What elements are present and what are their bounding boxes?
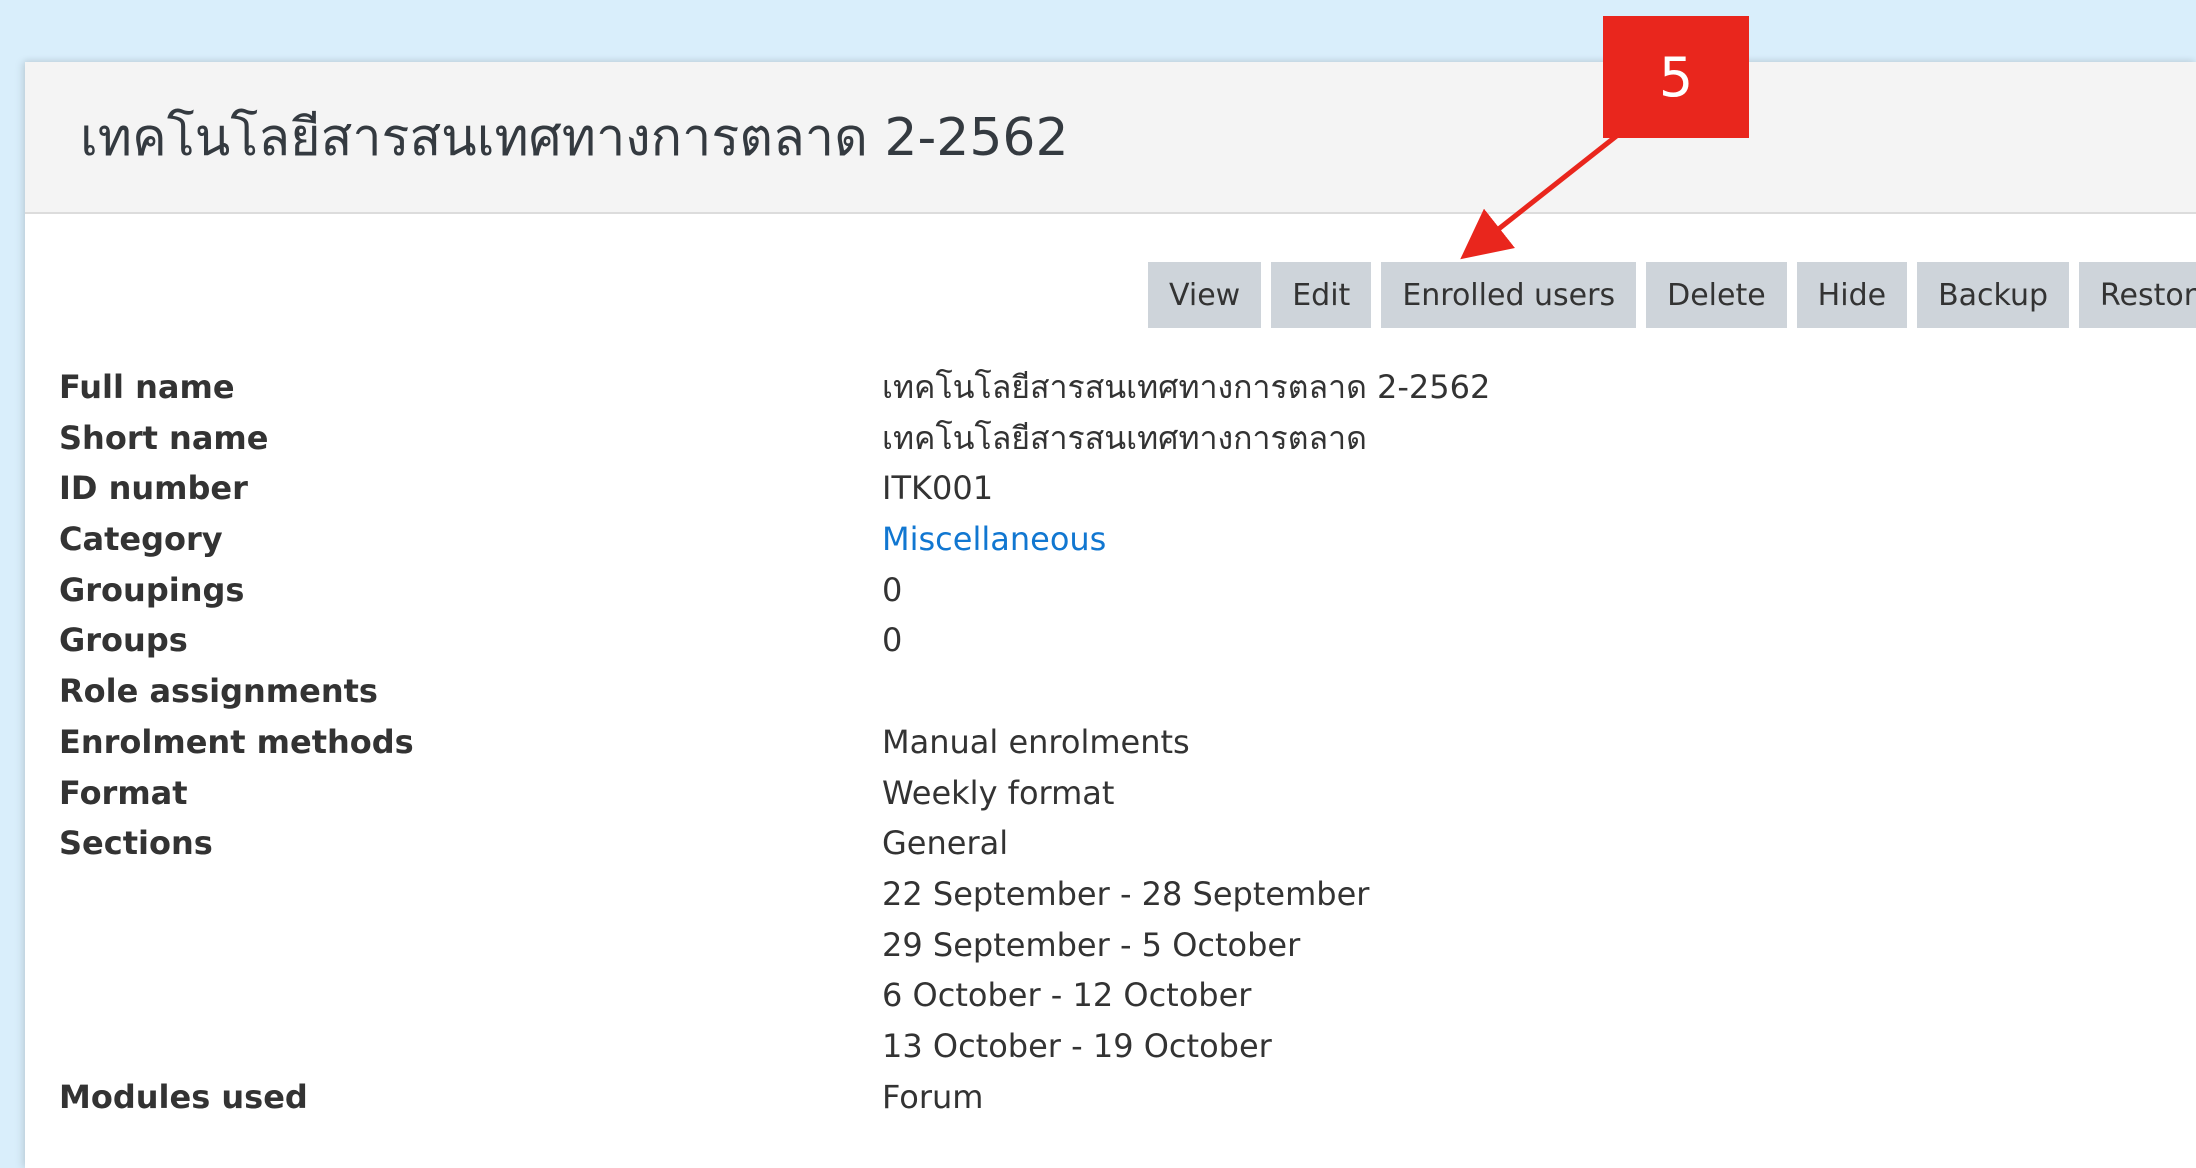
modules-used-label: Modules used <box>59 1077 308 1116</box>
groupings-value: 0 <box>882 570 903 609</box>
course-actions-toolbar: View Edit Enrolled users Delete Hide Bac… <box>1148 262 2196 328</box>
full-name-value: เทคโนโลยีสารสนเทศทางการตลาด 2-2562 <box>882 368 1491 406</box>
id-number-value: ITK001 <box>882 469 994 508</box>
section-item: 13 October - 19 October <box>882 1026 1272 1065</box>
short-name-value: เทคโนโลยีสารสนเทศทางการตลาด <box>882 418 1367 457</box>
category-link[interactable]: Miscellaneous <box>882 514 1106 564</box>
section-item: 6 October - 12 October <box>882 976 1252 1015</box>
groups-label: Groups <box>59 621 188 660</box>
role-assignments-label: Role assignments <box>59 672 378 711</box>
section-item: General <box>882 824 1009 863</box>
enrolment-methods-value: Manual enrolments <box>882 722 1190 761</box>
format-value: Weekly format <box>882 773 1115 812</box>
enrolled-users-button[interactable]: Enrolled users <box>1381 262 1637 328</box>
category-label: Category <box>59 520 223 559</box>
sections-label: Sections <box>59 824 213 863</box>
section-item: 29 September - 5 October <box>882 925 1301 964</box>
short-name-label: Short name <box>59 418 269 457</box>
format-label: Format <box>59 773 188 812</box>
id-number-label: ID number <box>59 469 248 508</box>
groups-value: 0 <box>882 621 903 660</box>
restore-button[interactable]: Restore <box>2079 262 2196 328</box>
modules-used-value: Forum <box>882 1077 984 1116</box>
view-button[interactable]: View <box>1148 262 1262 328</box>
page-header: เทคโนโลยีสารสนเทศทางการตลาด 2-2562 <box>25 62 2196 214</box>
edit-button[interactable]: Edit <box>1271 262 1372 328</box>
page-title: เทคโนโลยีสารสนเทศทางการตลาด 2-2562 <box>80 108 1069 168</box>
delete-button[interactable]: Delete <box>1646 262 1787 328</box>
section-item: 22 September - 28 September <box>882 874 1370 913</box>
hide-button[interactable]: Hide <box>1796 262 1908 328</box>
backup-button[interactable]: Backup <box>1917 262 2070 328</box>
full-name-label: Full name <box>59 368 235 406</box>
enrolment-methods-label: Enrolment methods <box>59 722 414 761</box>
step-number-badge: 5 <box>1603 16 1749 138</box>
groupings-label: Groupings <box>59 570 245 609</box>
